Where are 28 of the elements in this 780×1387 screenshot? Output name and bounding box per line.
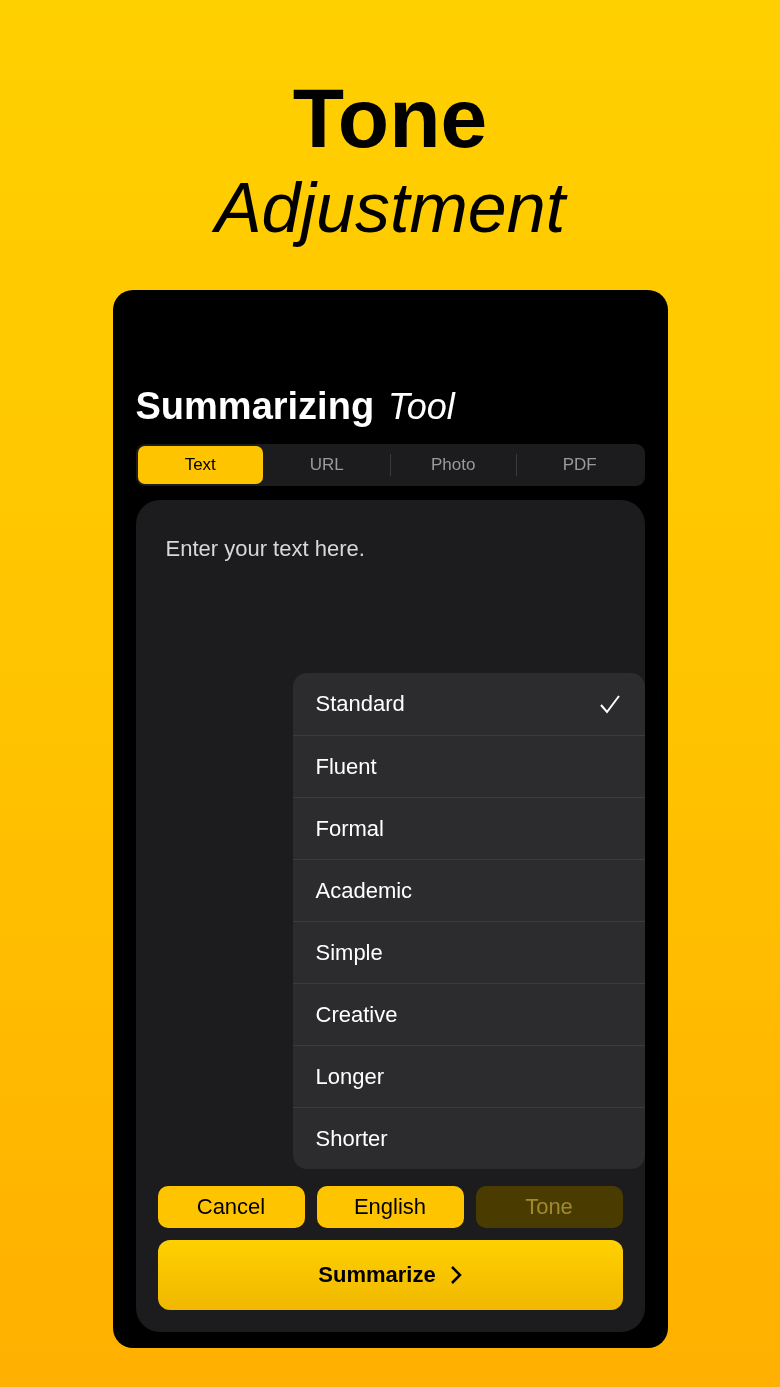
summarize-button[interactable]: Summarize bbox=[157, 1240, 623, 1310]
tab[interactable]: PDF bbox=[517, 446, 643, 484]
menu-item[interactable]: Academic bbox=[292, 859, 645, 921]
menu-item-label: Formal bbox=[315, 815, 384, 842]
tab[interactable]: Text bbox=[137, 446, 263, 484]
menu-item[interactable]: Fluent bbox=[292, 735, 645, 797]
menu-item-label: Creative bbox=[315, 1001, 398, 1028]
chevron-right-icon bbox=[449, 1265, 462, 1285]
action-button[interactable]: English bbox=[316, 1186, 464, 1228]
menu-item[interactable]: Shorter bbox=[292, 1107, 645, 1169]
action-button[interactable]: Cancel bbox=[157, 1186, 305, 1228]
menu-item[interactable]: Creative bbox=[292, 983, 645, 1045]
checkmark-icon bbox=[598, 694, 621, 714]
menu-item-label: Academic bbox=[315, 877, 413, 904]
menu-item-label: Simple bbox=[315, 939, 383, 966]
menu-item-label: Longer bbox=[315, 1063, 384, 1090]
menu-item-label: Standard bbox=[315, 691, 405, 717]
app-title: Summarizing bbox=[135, 385, 375, 428]
menu-item[interactable]: Formal bbox=[292, 797, 645, 859]
menu-item[interactable]: Longer bbox=[292, 1045, 645, 1107]
tab[interactable]: URL bbox=[264, 446, 390, 484]
menu-item-label: Fluent bbox=[315, 753, 377, 780]
headline: Tone bbox=[292, 70, 488, 166]
menu-item[interactable]: Standard bbox=[292, 673, 645, 735]
tab[interactable]: Photo bbox=[390, 446, 516, 484]
app-title-italic: Tool bbox=[388, 386, 455, 428]
menu-item-label: Shorter bbox=[315, 1125, 388, 1152]
menu-item[interactable]: Simple bbox=[292, 921, 645, 983]
